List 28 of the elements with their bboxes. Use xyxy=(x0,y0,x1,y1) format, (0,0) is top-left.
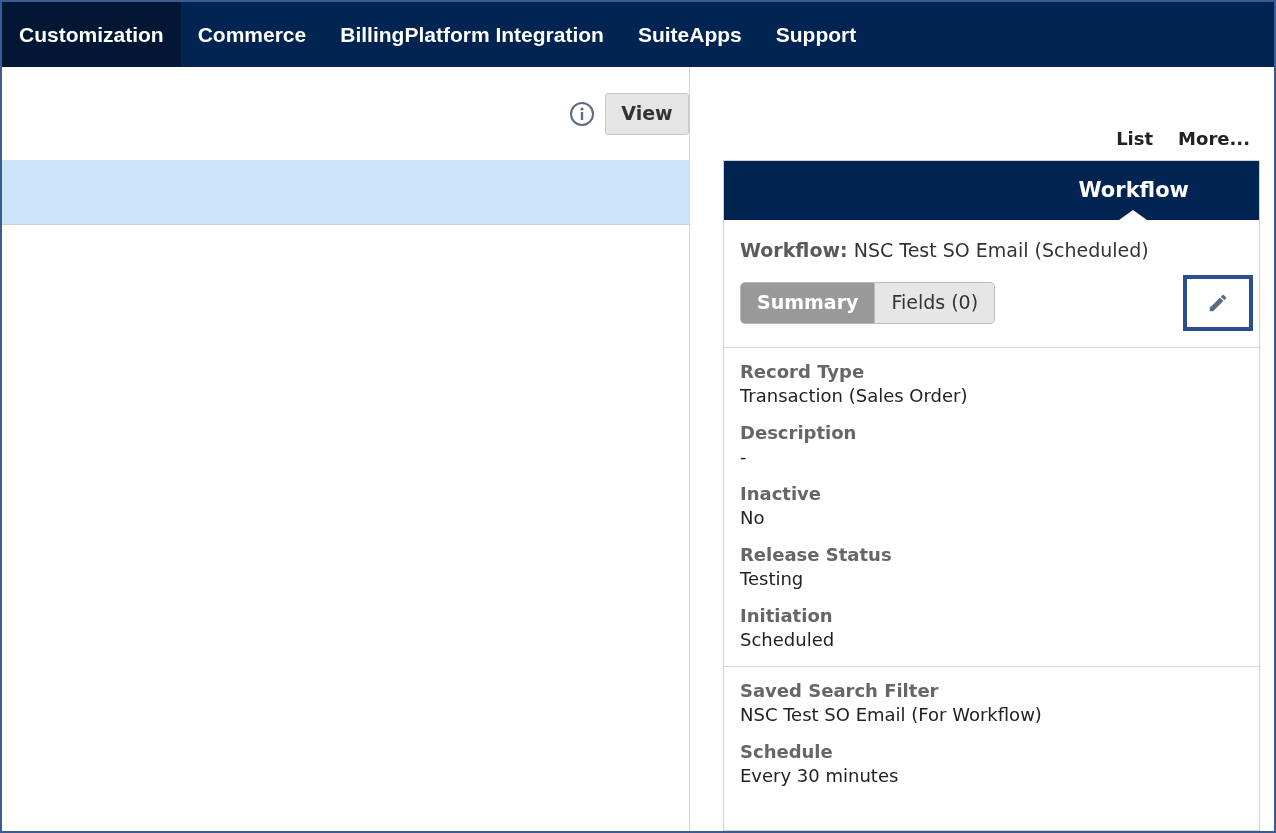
edit-button[interactable] xyxy=(1183,274,1253,331)
nav-tab[interactable]: SuiteApps xyxy=(620,2,759,67)
field-label: Initiation xyxy=(740,603,834,628)
field-value: No xyxy=(740,505,766,530)
view-button[interactable]: View xyxy=(605,92,689,135)
field-label: Release Status xyxy=(740,542,893,567)
field-label: Inactive xyxy=(740,481,823,506)
info-icon[interactable] xyxy=(569,100,595,127)
pointer-notch xyxy=(1119,210,1147,220)
header-link[interactable]: More... xyxy=(1178,125,1250,152)
record-title: Workflow: NSC Test SO Email (Scheduled) xyxy=(740,238,1150,263)
field-value: Transaction (Sales Order) xyxy=(740,383,969,408)
field-label: Record Type xyxy=(740,359,866,384)
field-value: NSC Test SO Email (For Workflow) xyxy=(740,702,1043,727)
field-label: Schedule xyxy=(740,739,834,764)
field-label: Description xyxy=(740,420,858,445)
field-label: Saved Search Filter xyxy=(740,678,940,703)
nav-tab[interactable]: Support xyxy=(758,2,874,67)
subtab[interactable]: Fields (0) xyxy=(875,281,996,324)
nav-tab[interactable]: Commerce xyxy=(180,2,324,67)
nav-tab[interactable]: BillingPlatform Integration xyxy=(323,2,621,67)
field-value: Scheduled xyxy=(740,627,836,652)
header-link[interactable]: List xyxy=(1116,125,1154,152)
field-value: Testing xyxy=(740,566,805,591)
field-value: - xyxy=(740,444,748,469)
nav-tab[interactable]: Customization xyxy=(2,2,181,67)
field-value: Every 30 minutes xyxy=(740,763,900,788)
panel-header-title: Workflow xyxy=(1078,176,1189,204)
